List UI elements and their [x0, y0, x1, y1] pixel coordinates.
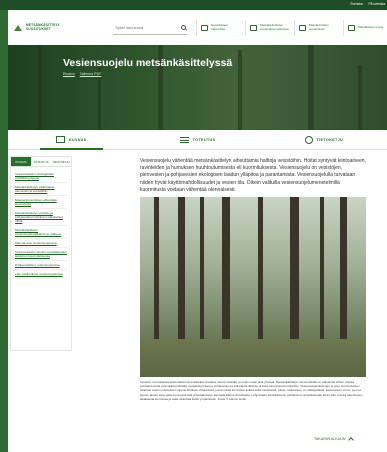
sidebar-item[interactable]: Vesiensuojelun ekologioiden merkittävyyd… — [15, 170, 67, 183]
sidebar-item[interactable]: Maaperämuutoksen aiheuttaja kuormitusta — [15, 196, 67, 209]
save-pdf-link[interactable]: Tallenna PDF — [80, 72, 102, 76]
arrow-up-icon — [347, 437, 354, 443]
tab-label: KUVAUS — [68, 137, 87, 142]
sidebar-item[interactable]: Metsänkäsittelyn vaikutukset pienvesiin … — [15, 183, 67, 196]
content-tabs: KUVAUS TOTEUTUS TIETOKETJU — [8, 130, 387, 150]
nav-item-taskussa[interactable]: Metsänkäsittelyn suositukset taskussa — [245, 19, 289, 36]
search-icon[interactable] — [181, 24, 186, 30]
nav-label: Metsänhoidon suositukset — [309, 22, 329, 31]
language-link-1[interactable]: Svenska — [350, 2, 362, 6]
nav-label: Metsänkäsittelyn suositukset taskussa — [260, 22, 289, 31]
sidebar-item[interactable]: Metsänkäsittelyn vesistö- ja pohjavesiku… — [15, 209, 67, 226]
logo-text-line2: SUOSITUKSET — [26, 26, 51, 31]
site-logo[interactable]: METSÄNKÄSITTELY SUOSITUKSET — [14, 23, 79, 32]
sidebar-item[interactable]: Lain vaatimukset vesiensuojelussa — [15, 270, 67, 279]
language-link-2[interactable]: På svenska — [369, 2, 385, 6]
book-icon — [250, 24, 257, 31]
search-input[interactable] — [115, 24, 176, 30]
intro-paragraph: Vesiensuojelu vähentää metsänkäsittelyn … — [140, 158, 366, 193]
sidebar-tab-toteutus[interactable]: Toteutus — [31, 157, 51, 166]
sidebar-item[interactable]: Pohjavedelliset vesiensuojelusta — [15, 261, 67, 270]
breadcrumb-home[interactable]: Etusivu — [63, 72, 75, 76]
tab-tietoketju[interactable]: TIETOKETJU — [261, 130, 387, 149]
language-links: Svenska På svenska — [350, 2, 385, 6]
site-header: METSÄNKÄSITTELY SUOSITUKSET Suosituksen … — [8, 10, 387, 45]
page-title: Vesiensuojelu metsänkäsittelyssä — [63, 57, 233, 69]
nav-item-metsanhoito[interactable]: Metsänhoidon suositukset — [294, 19, 338, 36]
breadcrumb: Etusivu Tallenna PDF — [63, 72, 101, 76]
main-content: Kuvaus Toteutus Tiedoketju Vesiensuojelu… — [8, 150, 387, 452]
back-to-top-link[interactable]: TAKAISIN ALKUUN — [314, 436, 354, 443]
sidebar-item[interactable]: Valuma-alue vesiensuojelussa — [15, 239, 67, 248]
list-icon — [201, 24, 208, 31]
search-box — [113, 21, 188, 35]
list-icon — [179, 136, 189, 143]
tab-label: TOTEUTUS — [192, 137, 216, 142]
nav-item-tietoa[interactable]: Metsätalous tietoa — [343, 19, 387, 36]
sidebar-tabs: Kuvaus Toteutus Tiedoketju — [11, 157, 71, 167]
sidebar-tab-tiedoketju[interactable]: Tiedoketju — [51, 157, 71, 166]
nav-label: Suosituksen hakemisto — [211, 22, 228, 31]
nav-item-hakemisto[interactable]: Suosituksen hakemisto — [196, 19, 240, 36]
hero-banner: Vesiensuojelu metsänkäsittelyssä Etusivu… — [8, 45, 387, 130]
sidebar-item[interactable]: Metsänkäsittelyn vesiensuojeluratkaisut … — [15, 226, 67, 239]
top-bar: Svenska På svenska — [0, 0, 387, 10]
tab-label: TIETOKETJU — [316, 137, 344, 142]
sidebar-toc: Kuvaus Toteutus Tiedoketju Vesiensuojelu… — [10, 156, 72, 351]
tab-kuvaus[interactable]: KUVAUS — [8, 130, 134, 150]
info-icon — [348, 24, 355, 31]
nav-label: Metsätalous tietoa — [358, 24, 384, 29]
sidebar-tab-kuvaus[interactable]: Kuvaus — [11, 157, 31, 166]
photo-caption: Vesistön muutoksissa tarkentävät toimenk… — [140, 380, 363, 401]
info-icon — [304, 135, 313, 144]
sidebar-item[interactable]: Vesiensuojelun tavoite metsätalouden sek… — [15, 248, 67, 261]
back-to-top-label: TAKAISIN ALKUUN — [314, 437, 346, 441]
sidebar-list: Vesiensuojelun ekologioiden merkittävyyd… — [11, 167, 71, 282]
document-icon — [299, 24, 306, 31]
tree-logo-icon — [14, 24, 23, 31]
tab-toteutus[interactable]: TOTEUTUS — [134, 130, 260, 149]
header-nav: Suosituksen hakemisto Metsänkäsittelyn s… — [196, 19, 387, 36]
book-icon — [55, 136, 65, 143]
forest-photo — [140, 197, 366, 377]
